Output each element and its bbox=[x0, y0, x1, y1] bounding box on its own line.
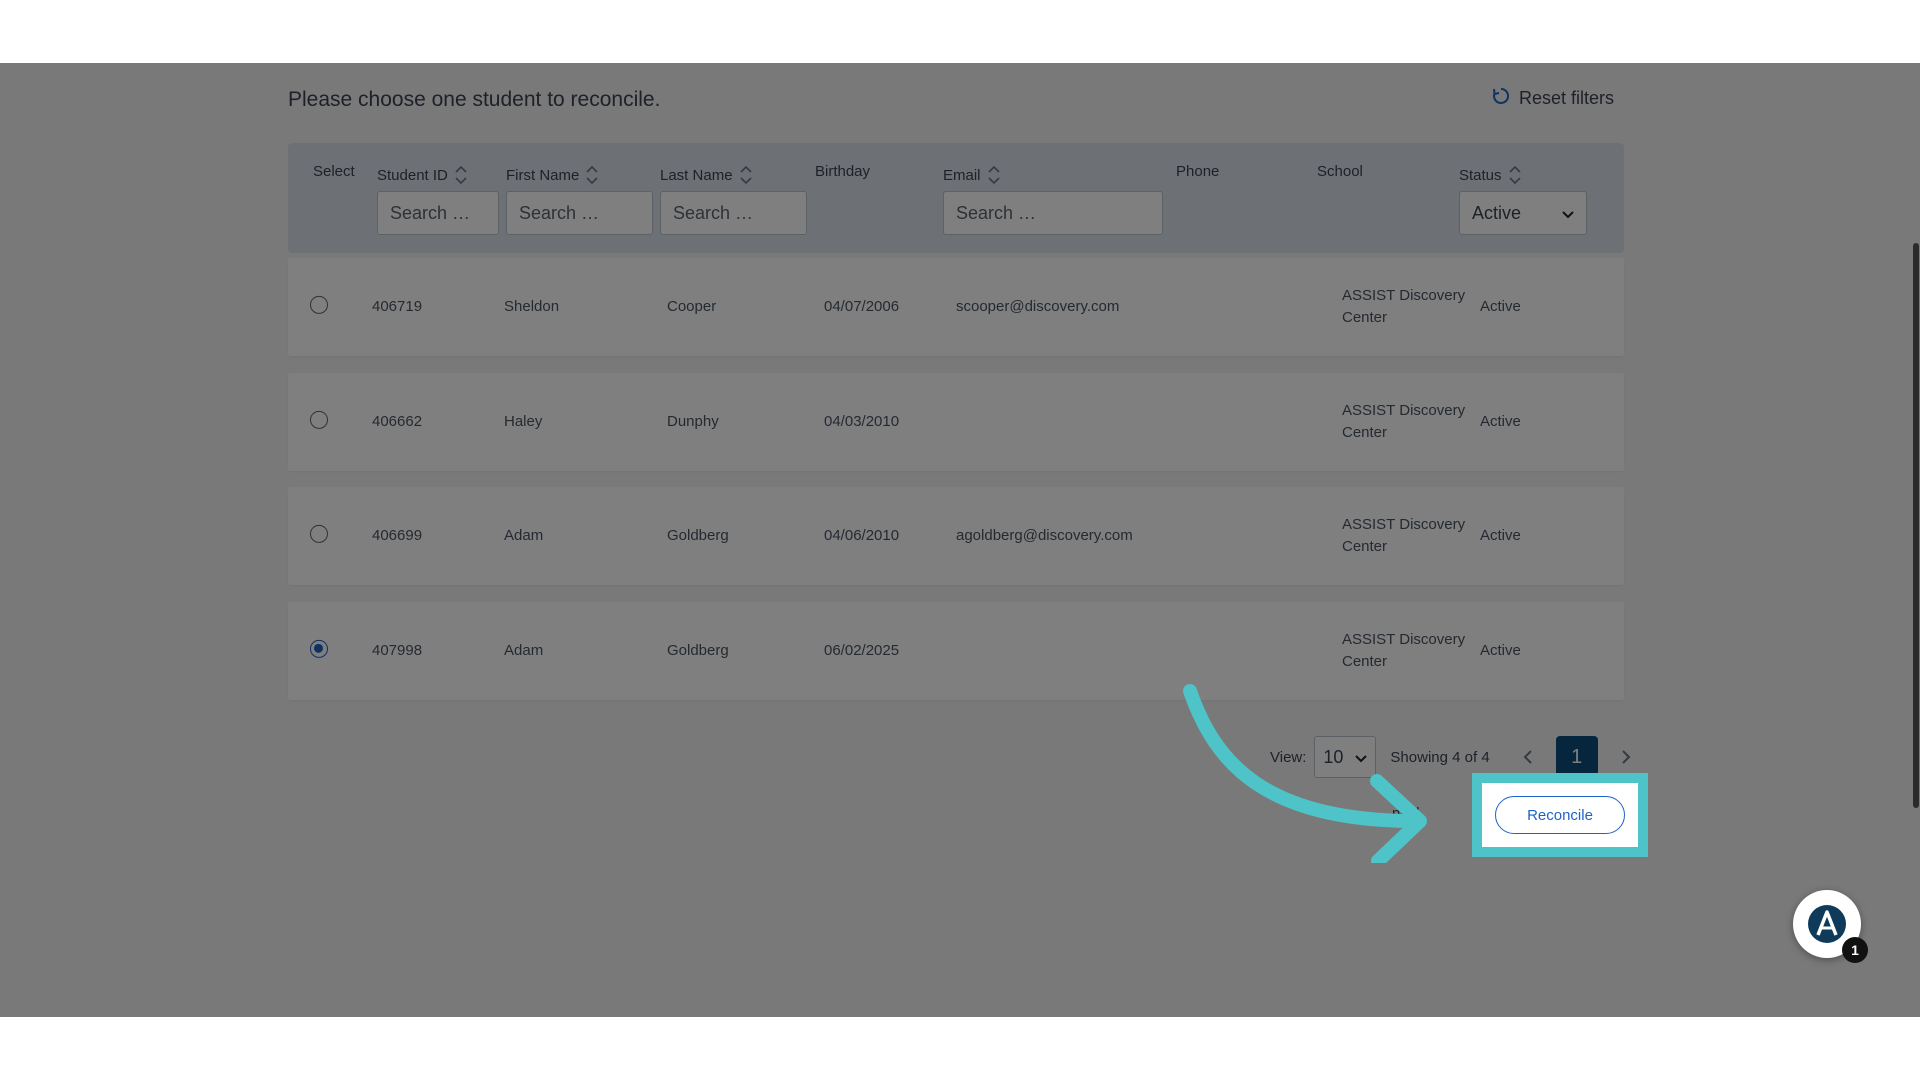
select-radio-selected[interactable] bbox=[310, 639, 328, 658]
page-header: Please choose one student to reconcile. … bbox=[288, 86, 1614, 118]
reset-filters-label: Reset filters bbox=[1518, 88, 1614, 108]
column-label: Email bbox=[943, 166, 981, 184]
sort-icon[interactable] bbox=[739, 163, 753, 187]
status-cell: Active bbox=[1480, 413, 1521, 430]
email-cell: agoldberg@discovery.com bbox=[956, 527, 1133, 544]
table-row[interactable]: 406719 Sheldon Cooper 04/07/2006 scooper… bbox=[288, 258, 1624, 356]
select-radio[interactable] bbox=[310, 410, 328, 429]
highlight-frame: Reconcile bbox=[1472, 773, 1648, 857]
column-label: First Name bbox=[506, 166, 580, 184]
column-student-id[interactable]: Student ID bbox=[377, 163, 468, 187]
column-label: Phone bbox=[1176, 163, 1220, 180]
status-filter-select[interactable]: Active bbox=[1459, 191, 1587, 235]
birthday-cell: 04/03/2010 bbox=[824, 413, 900, 430]
status-filter-value: Active bbox=[1472, 202, 1522, 223]
last-name-cell: Dunphy bbox=[667, 413, 719, 430]
column-first-name[interactable]: First Name bbox=[506, 163, 599, 187]
email-cell: scooper@discovery.com bbox=[956, 298, 1120, 315]
student-id-search-input[interactable] bbox=[377, 191, 499, 235]
sort-icon[interactable] bbox=[1508, 163, 1522, 187]
birthday-cell: 06/02/2025 bbox=[824, 642, 900, 659]
school-line: ASSIST Discovery bbox=[1342, 516, 1466, 533]
first-name-cell: Haley bbox=[504, 413, 543, 430]
last-name-cell: Goldberg bbox=[667, 642, 729, 659]
school-line: ASSIST Discovery bbox=[1342, 287, 1466, 304]
first-name-cell: Adam bbox=[504, 527, 544, 544]
column-label: School bbox=[1317, 163, 1363, 180]
sort-icon[interactable] bbox=[585, 163, 599, 187]
column-label: Birthday bbox=[815, 163, 871, 180]
column-school: School bbox=[1317, 163, 1363, 180]
school-cell: ASSIST Discovery Center bbox=[1342, 285, 1465, 329]
column-status[interactable]: Status bbox=[1459, 163, 1522, 187]
status-cell: Active bbox=[1480, 298, 1521, 315]
birthday-cell: 04/07/2006 bbox=[824, 298, 900, 315]
school-cell: ASSIST Discovery Center bbox=[1342, 629, 1465, 673]
first-name-cell: Adam bbox=[504, 642, 544, 659]
last-name-cell: Goldberg bbox=[667, 527, 729, 544]
column-last-name[interactable]: Last Name bbox=[660, 163, 753, 187]
column-label: Status bbox=[1459, 166, 1502, 184]
school-line: Center bbox=[1342, 309, 1388, 326]
reconcile-button[interactable]: Reconcile bbox=[1495, 796, 1625, 834]
email-search-input[interactable] bbox=[943, 191, 1163, 235]
column-select: Select bbox=[313, 163, 355, 180]
table-header: Select Student ID First Name Last Name B… bbox=[288, 143, 1624, 253]
sort-icon[interactable] bbox=[454, 163, 468, 187]
school-cell: ASSIST Discovery Center bbox=[1342, 400, 1465, 444]
last-name-cell: Cooper bbox=[667, 298, 717, 315]
birthday-cell: 04/06/2010 bbox=[824, 527, 900, 544]
scrollbar-thumb[interactable] bbox=[1913, 243, 1919, 808]
instruction-text: Please choose one student to reconcile. bbox=[288, 88, 661, 111]
school-line: Center bbox=[1342, 538, 1388, 555]
school-line: Center bbox=[1342, 424, 1388, 441]
school-line: ASSIST Discovery bbox=[1342, 631, 1466, 648]
school-line: Center bbox=[1342, 653, 1388, 670]
table-row[interactable]: 406699 Adam Goldberg 04/06/2010 agoldber… bbox=[288, 487, 1624, 585]
tutorial-arrow-icon bbox=[1183, 684, 1427, 863]
column-birthday: Birthday bbox=[815, 163, 870, 180]
sort-icon[interactable] bbox=[987, 163, 1001, 187]
school-cell: ASSIST Discovery Center bbox=[1342, 514, 1465, 558]
reset-filters-button[interactable]: Reset filters bbox=[1491, 86, 1614, 111]
reset-icon bbox=[1491, 86, 1511, 111]
first-name-cell: Sheldon bbox=[504, 298, 560, 315]
scrollbar[interactable] bbox=[1910, 63, 1920, 1017]
select-radio[interactable] bbox=[310, 295, 328, 314]
status-cell: Active bbox=[1480, 642, 1521, 659]
column-email[interactable]: Email bbox=[943, 163, 1001, 187]
last-name-search-input[interactable] bbox=[660, 191, 807, 235]
student-id-cell: 406719 bbox=[372, 298, 423, 315]
select-radio[interactable] bbox=[310, 524, 328, 543]
first-name-search-input[interactable] bbox=[506, 191, 653, 235]
table-row[interactable]: 406662 Haley Dunphy 04/03/2010 ASSIST Di… bbox=[288, 373, 1624, 471]
column-phone: Phone bbox=[1176, 163, 1219, 180]
chevron-left-icon[interactable] bbox=[1514, 743, 1542, 771]
school-line: ASSIST Discovery bbox=[1342, 402, 1466, 419]
column-label: Last Name bbox=[660, 166, 733, 184]
student-id-cell: 407998 bbox=[372, 642, 423, 659]
chevron-down-icon bbox=[1562, 203, 1574, 224]
status-cell: Active bbox=[1480, 527, 1521, 544]
student-id-cell: 406699 bbox=[372, 527, 423, 544]
main-content: Please choose one student to reconcile. … bbox=[0, 63, 1920, 1017]
assist-logo-icon bbox=[1808, 905, 1846, 943]
chevron-right-icon[interactable] bbox=[1612, 743, 1640, 771]
highlight-inner: Reconcile bbox=[1482, 783, 1638, 847]
page-button-current[interactable]: 1 bbox=[1555, 736, 1598, 778]
column-label: Select bbox=[313, 163, 355, 180]
student-id-cell: 406662 bbox=[372, 413, 423, 430]
column-label: Student ID bbox=[377, 166, 448, 184]
notification-badge: 1 bbox=[1842, 937, 1868, 963]
